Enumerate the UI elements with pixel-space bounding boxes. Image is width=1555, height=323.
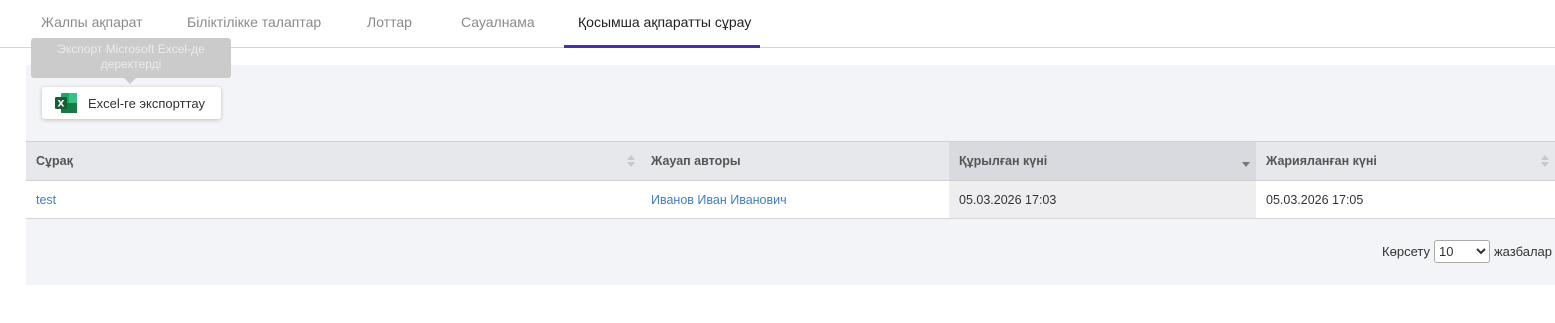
page-size-suffix: жазбалар [1493,244,1552,259]
excel-icon: X [55,93,77,113]
page-size-prefix: Көрсету [1382,244,1430,259]
column-header-label: Жарияланған күні [1266,154,1377,168]
question-link[interactable]: test [36,193,56,207]
table-row: test Иванов Иван Иванович 05.03.2026 17:… [26,181,1555,219]
column-header-created-date[interactable]: Құрылған күні [949,142,1256,180]
export-tooltip: Экспорт Microsoft Excel-де деректерді [31,38,231,84]
questions-table: Сұрақ Жауап авторы Құрылған күні Жарияла… [26,141,1555,219]
column-header-published-date[interactable]: Жарияланған күні [1256,142,1555,180]
export-button-label: Excel-ге экспорттау [88,95,205,111]
created-date: 05.03.2026 17:03 [959,192,1057,207]
tab-bar: Жалпы ақпарат Біліктілікке талаптар Лотт… [0,0,1555,48]
export-excel-button[interactable]: X Excel-ге экспорттау [42,87,221,119]
sort-desc-icon [1242,153,1250,169]
published-date: 05.03.2026 17:05 [1266,192,1364,207]
sort-icon [627,153,635,169]
tab-additional-info-request[interactable]: Қосымша ақпаратты сұрау [564,0,760,48]
page-size-select[interactable]: 102550100 [1433,240,1490,263]
column-header-label: Жауап авторы [651,154,741,168]
column-header-answer-author[interactable]: Жауап авторы [641,142,949,180]
sort-icon [1541,153,1549,169]
tab-questionnaire[interactable]: Сауалнама [461,0,535,48]
page-size-control: Көрсету 102550100 жазбалар [1382,240,1552,263]
svg-text:X: X [58,100,65,110]
column-header-question[interactable]: Сұрақ [26,142,641,180]
column-header-label: Сұрақ [36,154,73,168]
table-header: Сұрақ Жауап авторы Құрылған күні Жарияла… [26,142,1555,181]
tab-lots[interactable]: Лоттар [367,0,412,48]
answer-author-link[interactable]: Иванов Иван Иванович [651,193,787,207]
column-header-label: Құрылған күні [959,154,1048,168]
